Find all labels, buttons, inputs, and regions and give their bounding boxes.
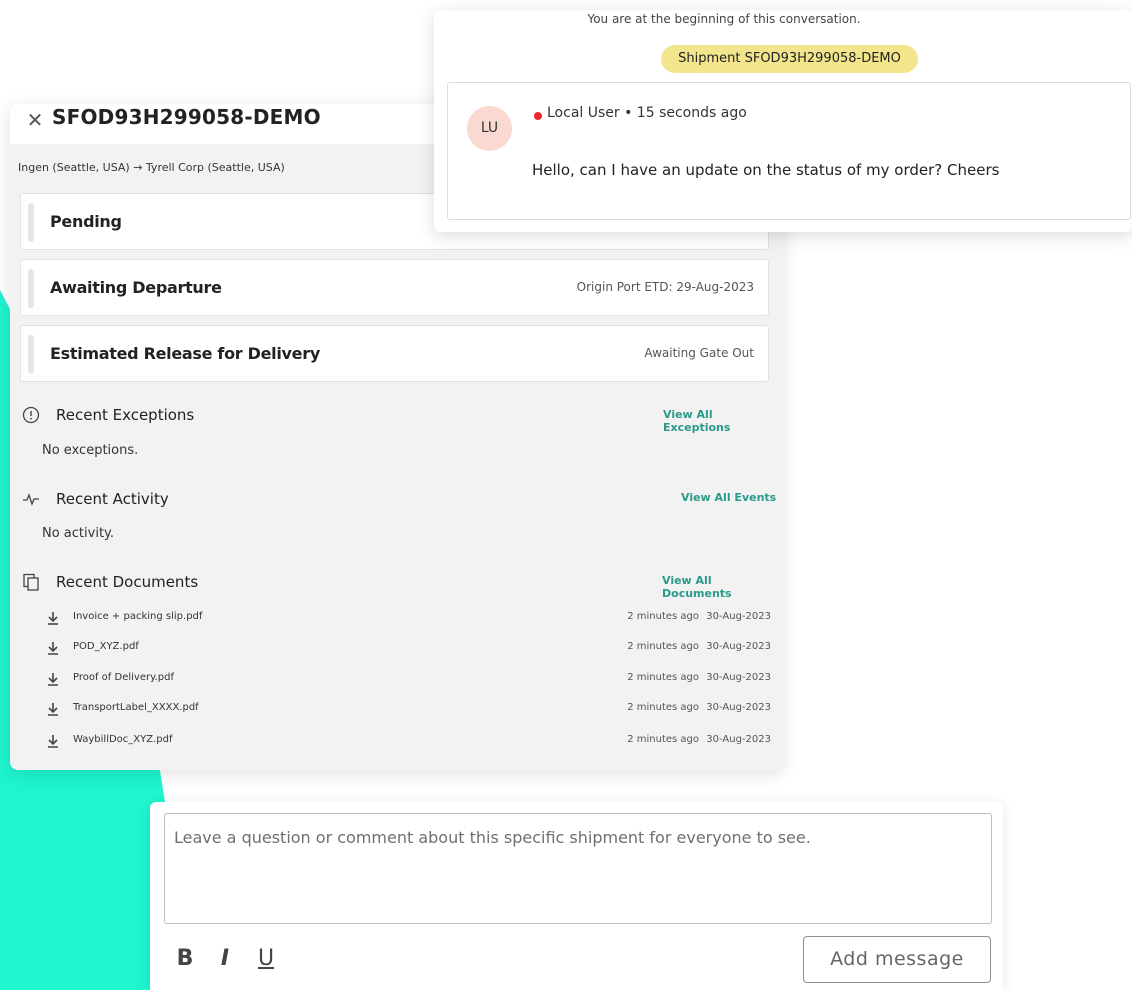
document-date: 30-Aug-2023 (706, 702, 771, 713)
download-icon[interactable] (46, 672, 60, 686)
document-date: 30-Aug-2023 (706, 672, 771, 683)
document-date: 30-Aug-2023 (706, 611, 771, 622)
shipment-tag[interactable]: Shipment SFOD93H299058-DEMO (661, 45, 918, 73)
document-name[interactable]: WaybillDoc_XYZ.pdf (73, 734, 173, 745)
status-indicator (28, 335, 34, 374)
status-label: Estimated Release for Delivery (50, 344, 320, 363)
recent-documents-title: Recent Documents (56, 573, 199, 591)
document-row[interactable]: WaybillDoc_XYZ.pdf 2 minutes ago 30-Aug-… (46, 732, 771, 752)
status-label: Awaiting Departure (50, 278, 222, 297)
document-row[interactable]: POD_XYZ.pdf 2 minutes ago 30-Aug-2023 (46, 639, 771, 659)
status-indicator (28, 203, 34, 242)
status-detail: Origin Port ETD: 29-Aug-2023 (576, 280, 754, 294)
comment-input[interactable] (164, 813, 992, 924)
message-text: Hello, can I have an update on the statu… (532, 161, 1000, 179)
download-icon[interactable] (46, 702, 60, 716)
recent-activity-title: Recent Activity (56, 490, 169, 508)
document-age: 2 minutes ago (627, 702, 699, 713)
document-name[interactable]: TransportLabel_XXXX.pdf (73, 702, 199, 713)
alert-circle-icon (22, 406, 40, 424)
presence-dot-icon (534, 112, 542, 120)
status-card-awaiting-departure[interactable]: Awaiting Departure Origin Port ETD: 29-A… (20, 259, 769, 316)
document-age: 2 minutes ago (627, 734, 699, 745)
message-card: LU Local User • 15 seconds ago Hello, ca… (447, 82, 1131, 220)
document-row[interactable]: Proof of Delivery.pdf 2 minutes ago 30-A… (46, 670, 771, 690)
italic-button[interactable]: I (212, 944, 238, 974)
message-composer: B I U Add message (150, 802, 1003, 990)
documents-icon (23, 573, 39, 591)
view-all-exceptions-link[interactable]: View All Exceptions (663, 408, 783, 434)
document-name[interactable]: Invoice + packing slip.pdf (73, 611, 202, 622)
status-indicator (28, 269, 34, 308)
status-card-estimated-release[interactable]: Estimated Release for Delivery Awaiting … (20, 325, 769, 382)
recent-exceptions-title: Recent Exceptions (56, 406, 195, 424)
document-age: 2 minutes ago (627, 641, 699, 652)
message-author: Local User • 15 seconds ago (547, 105, 747, 121)
document-name[interactable]: Proof of Delivery.pdf (73, 672, 174, 683)
document-row[interactable]: TransportLabel_XXXX.pdf 2 minutes ago 30… (46, 700, 771, 720)
conversation-intro: You are at the beginning of this convers… (587, 12, 861, 26)
close-icon[interactable]: ✕ (24, 109, 46, 131)
status-detail: Awaiting Gate Out (644, 346, 754, 360)
document-age: 2 minutes ago (627, 672, 699, 683)
download-icon[interactable] (46, 641, 60, 655)
activity-empty-text: No activity. (42, 526, 115, 541)
view-all-documents-link[interactable]: View All Documents (662, 574, 783, 600)
document-date: 30-Aug-2023 (706, 734, 771, 745)
download-icon[interactable] (46, 611, 60, 625)
document-row[interactable]: Invoice + packing slip.pdf 2 minutes ago… (46, 609, 771, 629)
shipment-route: Ingen (Seattle, USA) → Tyrell Corp (Seat… (18, 161, 285, 174)
add-message-button[interactable]: Add message (803, 936, 991, 983)
download-icon[interactable] (46, 734, 60, 748)
document-name[interactable]: POD_XYZ.pdf (73, 641, 139, 652)
activity-icon (23, 493, 39, 506)
bold-button[interactable]: B (172, 944, 198, 974)
status-label: Pending (50, 212, 122, 231)
exceptions-empty-text: No exceptions. (42, 443, 139, 458)
view-all-events-link[interactable]: View All Events (681, 491, 776, 504)
document-age: 2 minutes ago (627, 611, 699, 622)
shipment-title: SFOD93H299058-DEMO (52, 105, 321, 129)
conversation-panel: You are at the beginning of this convers… (434, 10, 1132, 232)
avatar: LU (467, 106, 512, 151)
document-date: 30-Aug-2023 (706, 641, 771, 652)
underline-button[interactable]: U (253, 944, 279, 974)
